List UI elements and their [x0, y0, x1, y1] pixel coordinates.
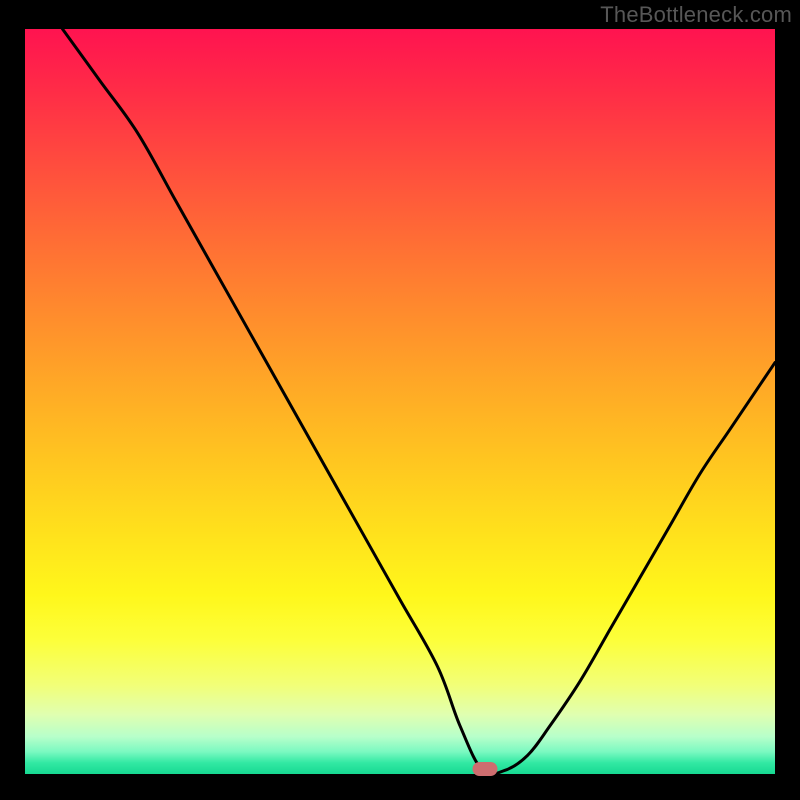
bottleneck-marker — [473, 762, 498, 776]
curve-path — [63, 29, 776, 775]
bottleneck-curve — [25, 29, 775, 774]
plot-area — [25, 29, 775, 774]
watermark-text: TheBottleneck.com — [600, 2, 792, 28]
chart-frame: TheBottleneck.com — [0, 0, 800, 800]
